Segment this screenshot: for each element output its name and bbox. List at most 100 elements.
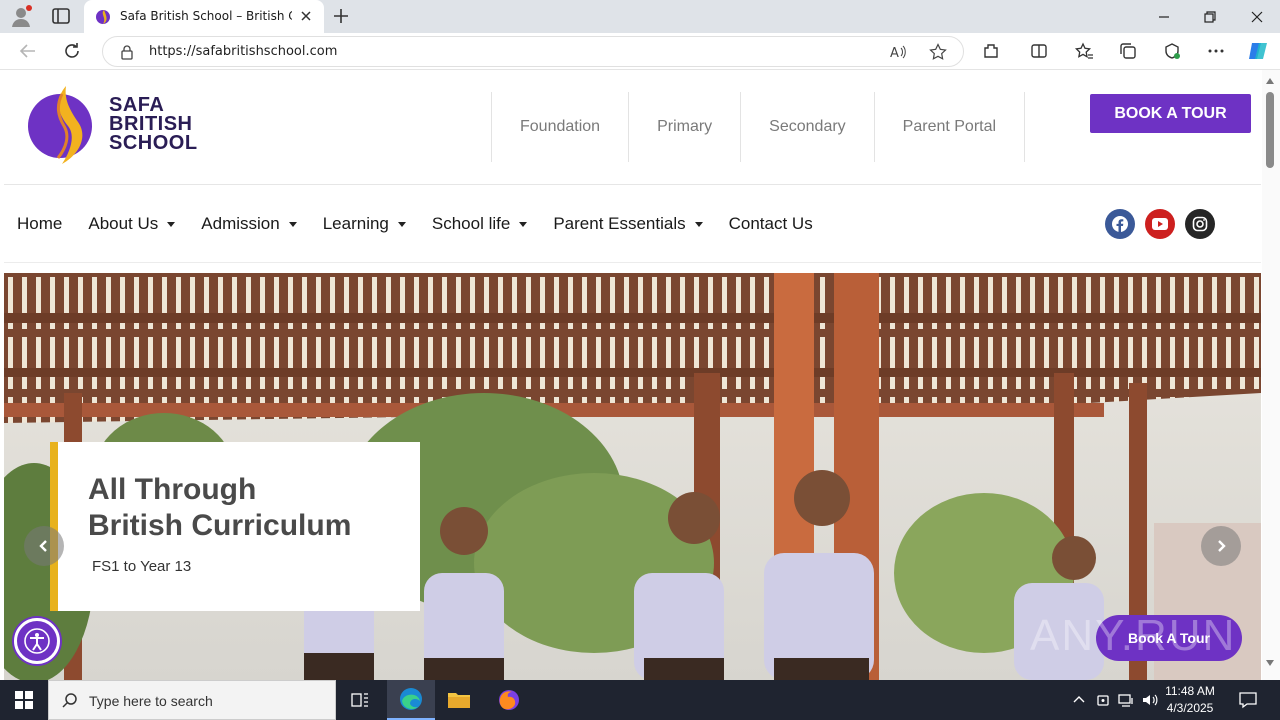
notifications-icon[interactable] (1238, 690, 1258, 710)
main-navigation: Home About Us Admission Learning School life… (4, 185, 1261, 263)
facebook-icon[interactable] (1105, 209, 1135, 239)
task-view-icon (351, 693, 368, 707)
page-viewport: SAFA BRITISH SCHOOL Foundation Primary S… (0, 70, 1280, 680)
system-clock[interactable]: 11:48 AM 4/3/2025 (1160, 683, 1220, 717)
hero-subtitle: FS1 to Year 13 (92, 558, 192, 575)
file-explorer-icon (448, 693, 470, 708)
tab-title: Safa British School – British Curri (120, 9, 292, 23)
scroll-up-arrow[interactable] (1266, 78, 1274, 84)
security-tray-icon[interactable] (1094, 691, 1112, 709)
top-link-parent-portal[interactable]: Parent Portal (873, 92, 1026, 162)
split-screen-icon[interactable] (1029, 41, 1049, 61)
svg-text:A: A (890, 46, 899, 61)
active-tab[interactable]: Safa British School – British Curri (84, 0, 324, 33)
close-window-icon[interactable] (1246, 6, 1268, 28)
url-text[interactable]: https://safabritishschool.com (149, 44, 337, 59)
floating-book-tour-button[interactable]: Book A Tour (1096, 615, 1242, 661)
taskbar-explorer-button[interactable] (435, 680, 483, 720)
nav-item-label: Admission (201, 214, 280, 233)
caret-down-icon (519, 221, 528, 227)
network-icon[interactable] (1117, 691, 1135, 709)
search-placeholder: Type here to search (89, 693, 213, 709)
logo-line-3: SCHOOL (109, 132, 198, 154)
hero-caption-card: All Through British Curriculum FS1 to Ye… (50, 442, 420, 611)
edge-icon (400, 688, 422, 710)
nav-item-label: Contact Us (728, 214, 813, 233)
youtube-icon[interactable] (1145, 209, 1175, 239)
start-button[interactable] (0, 680, 48, 720)
top-link-secondary[interactable]: Secondary (740, 92, 874, 162)
task-view-button[interactable] (336, 680, 384, 720)
nav-item-label: About Us (88, 214, 159, 233)
nav-item-label: School life (431, 214, 511, 233)
nav-contact-us[interactable]: Contact Us (729, 214, 813, 234)
scroll-down-arrow[interactable] (1266, 660, 1274, 666)
tab-actions-icon[interactable] (50, 6, 72, 26)
slider-prev-button[interactable] (24, 526, 64, 566)
windows-logo-icon (15, 691, 33, 709)
school-logo-icon[interactable] (28, 84, 96, 166)
new-tab-icon[interactable] (331, 6, 351, 26)
copilot-icon[interactable] (1246, 39, 1270, 63)
accessibility-button[interactable] (14, 618, 60, 664)
lock-icon[interactable] (119, 44, 135, 60)
clock-date: 4/3/2025 (1166, 701, 1214, 715)
close-tab-icon[interactable] (298, 8, 314, 24)
browser-toolbar: https://safabritishschool.com A (0, 33, 1280, 70)
taskbar-firefox-button[interactable] (485, 680, 533, 720)
read-aloud-icon[interactable]: A (889, 43, 907, 61)
site-header: SAFA BRITISH SCHOOL Foundation Primary S… (4, 70, 1261, 185)
address-bar[interactable]: https://safabritishschool.com A (102, 36, 964, 67)
taskbar-edge-button[interactable] (387, 680, 435, 720)
main-menu: Home About Us Admission Learning School life… (17, 185, 839, 263)
chevron-up-icon[interactable] (1070, 691, 1088, 709)
nav-item-label: Learning (322, 214, 389, 233)
nav-learning[interactable]: Learning (323, 214, 406, 234)
browser-essentials-icon[interactable] (1162, 41, 1182, 61)
school-logo-text[interactable]: SAFA BRITISH SCHOOL (109, 95, 198, 154)
hero-title-line-1: All Through (88, 473, 257, 506)
nav-admission[interactable]: Admission (201, 214, 297, 234)
nav-about-us[interactable]: About Us (88, 214, 176, 234)
scroll-thumb[interactable] (1266, 92, 1274, 168)
caret-down-icon (167, 221, 176, 227)
profile-icon[interactable] (9, 4, 33, 28)
caret-down-icon (288, 221, 297, 227)
chevron-right-icon (1218, 540, 1226, 552)
nav-item-label: Parent Essentials (553, 214, 686, 233)
back-icon[interactable] (17, 40, 39, 62)
school-section-links: Foundation Primary Secondary Parent Port… (491, 92, 1026, 162)
extensions-icon[interactable] (981, 41, 1001, 61)
volume-icon[interactable] (1141, 691, 1159, 709)
minimize-icon[interactable] (1153, 6, 1175, 28)
clock-time: 11:48 AM (1165, 684, 1215, 698)
more-options-icon[interactable] (1206, 41, 1226, 61)
accessibility-icon (24, 628, 50, 654)
hero-slider: All Through British Curriculum FS1 to Ye… (4, 273, 1261, 680)
favorite-star-icon[interactable] (929, 43, 947, 61)
top-link-primary[interactable]: Primary (628, 92, 740, 162)
firefox-icon (499, 690, 519, 710)
refresh-icon[interactable] (61, 40, 83, 62)
nav-school-life[interactable]: School life (431, 214, 528, 234)
search-icon (62, 693, 77, 708)
caret-down-icon (397, 221, 406, 227)
browser-tab-strip: Safa British School – British Curri (0, 0, 1280, 33)
site-favicon-icon (96, 10, 110, 24)
nav-parent-essentials[interactable]: Parent Essentials (553, 214, 703, 234)
favorites-icon[interactable] (1074, 41, 1094, 61)
book-a-tour-button[interactable]: BOOK A TOUR (1090, 94, 1251, 133)
taskbar-search-box[interactable]: Type here to search (48, 680, 336, 720)
hero-title-line-2: British Curriculum (88, 509, 352, 542)
chevron-left-icon (39, 540, 47, 552)
instagram-icon[interactable] (1185, 209, 1215, 239)
top-link-foundation[interactable]: Foundation (491, 92, 628, 162)
page-scrollbar[interactable] (1262, 70, 1280, 680)
restore-icon[interactable] (1199, 6, 1221, 28)
caret-down-icon (694, 221, 703, 227)
nav-home[interactable]: Home (17, 214, 62, 234)
slider-next-button[interactable] (1201, 526, 1241, 566)
nav-item-label: Home (17, 214, 63, 233)
hero-title: All Through British Curriculum (88, 472, 351, 544)
collections-icon[interactable] (1118, 41, 1138, 61)
